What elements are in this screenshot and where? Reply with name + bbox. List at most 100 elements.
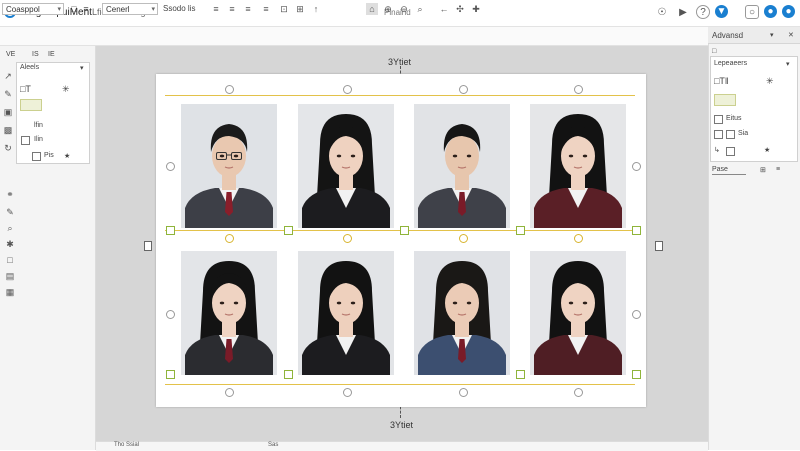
chevron-down-icon[interactable]: ▾ [770,31,774,39]
table-icon[interactable]: ▦ [4,286,16,298]
rotate-handle[interactable] [459,234,468,243]
photo-woman-3[interactable] [181,251,277,375]
resize-handle[interactable] [632,226,641,235]
rotate-handle[interactable] [574,234,583,243]
search-icon[interactable]: ⌕ [414,3,426,15]
resize-handle[interactable] [516,226,525,235]
crop-icon[interactable]: ⊡ [278,3,290,15]
rotate-handle[interactable] [343,234,352,243]
settings-icon[interactable]: ○ [745,5,759,19]
expand-icon[interactable]: □ [712,48,716,55]
rotate-handle[interactable] [225,388,234,397]
link-icon[interactable]: ⚭ [4,188,16,200]
page-icon[interactable]: □ [4,254,16,266]
photo-man-2[interactable] [414,104,510,228]
resize-handle[interactable] [516,370,525,379]
font-select[interactable]: Coasppol ▾ [2,3,64,15]
label-b-checkbox-2[interactable] [726,130,735,139]
help-icon[interactable]: ? [696,5,710,19]
color-swatch[interactable] [20,99,42,111]
resize-handle[interactable] [632,370,641,379]
rotate-handle[interactable] [632,310,641,319]
rotate-handle[interactable] [166,310,175,319]
home-icon[interactable]: ⌂ [366,3,378,15]
document-icon[interactable]: ▤ [4,270,16,282]
chevron-down-icon[interactable]: ▾ [80,64,84,72]
photo-woman-4[interactable] [298,251,394,375]
sparkle-icon[interactable]: ✳ [62,84,70,95]
brush-icon[interactable]: ✎ [4,206,16,218]
history-icon[interactable]: ↻ [2,142,14,154]
text-tool-icon[interactable]: □T‖ [714,76,729,86]
align-left-icon[interactable]: ≡ [210,3,222,15]
portrait-image [185,124,273,228]
style-select[interactable]: Cenerl ▾ [102,3,158,15]
resize-handle[interactable] [166,370,175,379]
size-label[interactable]: Ssodo lis [163,4,195,13]
rotate-handle[interactable] [225,85,234,94]
pin-icon[interactable]: ☉ [655,5,669,19]
crosshair-icon[interactable]: ✚ [470,3,482,15]
arrow-left-icon[interactable]: ← [438,3,450,15]
rotate-handle[interactable] [632,162,641,171]
right-resize-handle[interactable] [655,241,663,251]
frame-icon[interactable]: ▣ [2,106,14,118]
grid-icon[interactable]: ⊞ [760,166,766,174]
portrait-image [302,114,390,228]
star-icon[interactable]: ★ [64,152,70,160]
chevron-down-icon: ▾ [57,6,61,13]
account-icon[interactable]: ● [764,5,777,18]
play-icon[interactable]: ▶ [676,5,690,19]
row-b-checkbox[interactable] [21,136,30,145]
row-c-checkbox[interactable] [32,152,41,161]
pointer-icon[interactable]: ↳ [714,146,720,154]
pen-icon[interactable]: ✎ [2,88,14,100]
rotate-handle[interactable] [459,85,468,94]
align-center-icon[interactable]: ≡ [226,3,238,15]
photo-woman-6[interactable] [530,251,626,375]
color-swatch[interactable] [714,94,736,106]
rotate-handle[interactable] [343,388,352,397]
rotate-handle[interactable] [459,388,468,397]
photo-man-glasses[interactable] [181,104,277,228]
bold-icon[interactable]: □ [68,3,80,15]
burst-icon[interactable]: ✱ [4,238,16,250]
resize-handle[interactable] [284,370,293,379]
move-icon[interactable]: ✣ [454,3,466,15]
rotate-handle[interactable] [166,162,175,171]
label-b-checkbox[interactable] [714,130,723,139]
rotate-handle[interactable] [225,234,234,243]
search-icon[interactable]: ⌕ [4,222,16,234]
rotate-handle[interactable] [574,388,583,397]
zoom-out-icon[interactable]: ⊖ [398,3,410,15]
image-icon[interactable]: ▩ [2,124,14,136]
left-resize-handle[interactable] [144,241,152,251]
notification-icon[interactable]: ● [782,5,795,18]
arrow-up-icon[interactable]: ↑ [310,3,322,15]
pointer-icon[interactable]: ↗ [2,70,14,82]
italic-icon[interactable]: ≡ [80,3,92,15]
rotate-handle[interactable] [343,85,352,94]
resize-handle[interactable] [166,226,175,235]
label-a-checkbox[interactable] [714,115,723,124]
grid-icon[interactable]: ⊞ [294,3,306,15]
align-right-icon[interactable]: ≡ [242,3,254,15]
label-b: Sia [738,130,749,137]
photo-woman-2[interactable] [530,104,626,228]
close-icon[interactable]: ✕ [788,31,794,39]
star-icon[interactable]: ★ [764,146,770,154]
sparkle-icon[interactable]: ✳ [766,76,774,87]
chevron-down-icon[interactable]: ▾ [786,60,790,68]
resize-handle[interactable] [400,226,409,235]
list-icon[interactable]: ≡ [260,3,272,15]
rotate-handle[interactable] [574,85,583,94]
properties-box [710,56,798,162]
photo-woman-1[interactable] [298,104,394,228]
option-checkbox[interactable] [726,147,735,156]
resize-handle[interactable] [284,226,293,235]
zoom-in-icon[interactable]: ⊕ [382,3,394,15]
text-tool-icon[interactable]: □T [20,84,31,94]
layers-icon[interactable]: ≡ [776,166,780,173]
share-icon[interactable]: ▼ [715,5,728,18]
photo-woman-5[interactable] [414,251,510,375]
